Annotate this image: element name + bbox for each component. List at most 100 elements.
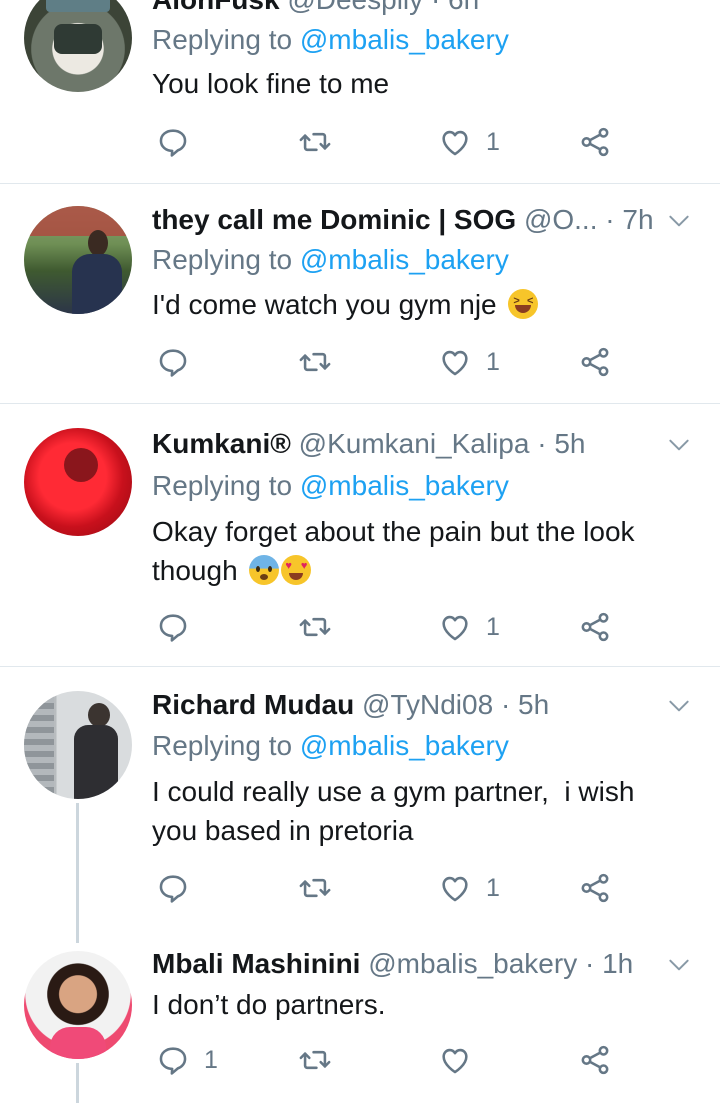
tweet-1[interactable]: AlonFusk @Deesplly · 6h Replying to @mba… xyxy=(0,0,720,183)
replying-label: Replying to xyxy=(152,470,293,501)
mention-link[interactable]: @mbalis_bakery xyxy=(300,730,509,761)
tweet-header: Mbali Mashinini @mbalis_bakery · 1h xyxy=(152,946,690,982)
thread-line xyxy=(76,803,79,943)
reply-button[interactable] xyxy=(156,868,204,908)
avatar[interactable] xyxy=(24,206,132,314)
timestamp[interactable]: 1h xyxy=(602,948,633,979)
retweet-button[interactable] xyxy=(298,607,332,647)
retweet-button[interactable] xyxy=(298,868,332,908)
replying-label: Replying to xyxy=(152,244,293,275)
author-handle[interactable]: @TyNdi08 xyxy=(362,689,493,720)
tweet-text-line: Okay forget about the pain but the look xyxy=(152,516,635,547)
avatar[interactable] xyxy=(24,0,132,92)
like-count: 1 xyxy=(486,873,500,902)
mention-link[interactable]: @mbalis_bakery xyxy=(300,244,509,275)
separator-dot: · xyxy=(605,204,615,235)
tweet-text: I'd come watch you gym nje xyxy=(152,289,497,320)
retweet-icon xyxy=(298,610,332,644)
reply-button[interactable] xyxy=(156,122,204,162)
tweet-text-line: though xyxy=(152,555,238,586)
share-button[interactable] xyxy=(578,607,612,647)
tweet-text: You look fine to me xyxy=(152,68,390,99)
like-count: 1 xyxy=(486,347,500,376)
tweet-actions: 1 xyxy=(152,342,632,382)
reply-icon xyxy=(156,871,190,905)
author-name[interactable]: Mbali Mashinini xyxy=(152,948,360,979)
reply-icon xyxy=(156,1043,190,1077)
avatar[interactable] xyxy=(24,691,132,799)
like-button[interactable] xyxy=(438,1040,486,1080)
author-name[interactable]: they call me Dominic | SOG xyxy=(152,204,516,235)
separator-dot: · xyxy=(584,948,595,979)
reply-button[interactable]: 1 xyxy=(156,1040,218,1080)
mention-link[interactable]: @mbalis_bakery xyxy=(300,470,509,501)
share-button[interactable] xyxy=(578,342,612,382)
tweet-actions: 1 xyxy=(152,607,632,647)
tweet-text-block: Okay forget about the pain but the look … xyxy=(152,512,680,590)
tweet-header: AlonFusk @Deesplly · 6h xyxy=(152,0,690,18)
share-button[interactable] xyxy=(578,1040,612,1080)
like-button[interactable]: 1 xyxy=(438,868,500,908)
author-handle[interactable]: @mbalis_bakery xyxy=(368,948,577,979)
tweet-text-block: I could really use a gym partner, i wish… xyxy=(152,772,680,850)
chevron-down-icon[interactable] xyxy=(666,208,692,234)
share-icon xyxy=(578,345,612,379)
mention-link[interactable]: @mbalis_bakery xyxy=(300,24,509,55)
chevron-down-icon[interactable] xyxy=(666,693,692,719)
like-button[interactable]: 1 xyxy=(438,122,500,162)
separator-dot: · xyxy=(431,0,440,15)
timestamp[interactable]: 6h xyxy=(448,0,479,15)
tweet-header: Richard Mudau @TyNdi08 · 5h xyxy=(152,687,690,723)
anxious-face-emoji-icon xyxy=(249,555,280,585)
timestamp[interactable]: 7h xyxy=(622,204,653,235)
chevron-down-icon[interactable] xyxy=(666,952,692,978)
like-count: 1 xyxy=(486,127,500,156)
retweet-button[interactable] xyxy=(298,1040,332,1080)
reply-button[interactable] xyxy=(156,607,204,647)
share-button[interactable] xyxy=(578,868,612,908)
like-icon xyxy=(438,1043,472,1077)
reply-button[interactable] xyxy=(156,342,204,382)
tweet-header: Kumkani® @Kumkani_Kalipa · 5h xyxy=(152,426,690,462)
author-name[interactable]: Kumkani® xyxy=(152,428,291,459)
retweet-icon xyxy=(298,125,332,159)
reply-icon xyxy=(156,610,190,644)
tweet-actions: 1 xyxy=(152,122,632,162)
timestamp[interactable]: 5h xyxy=(554,428,585,459)
replying-label: Replying to xyxy=(152,730,293,761)
heart-eyes-emoji-icon: ♥ ♥ xyxy=(281,555,312,585)
tweet-4[interactable]: Richard Mudau @TyNdi08 · 5h Replying to … xyxy=(0,667,720,943)
share-button[interactable] xyxy=(578,122,612,162)
share-icon xyxy=(578,610,612,644)
separator-dot: · xyxy=(500,689,511,720)
retweet-icon xyxy=(298,345,332,379)
tweet-text-line: I could really use a gym partner, i wish xyxy=(152,776,635,807)
avatar[interactable] xyxy=(24,428,132,536)
like-count: 1 xyxy=(486,612,500,641)
tweet-2[interactable]: they call me Dominic | SOG @O... · 7h Re… xyxy=(0,184,720,403)
thread-line xyxy=(76,1063,79,1103)
like-button[interactable]: 1 xyxy=(438,342,500,382)
like-icon xyxy=(438,871,472,905)
replying-label: Replying to xyxy=(152,24,293,55)
timestamp[interactable]: 5h xyxy=(518,689,549,720)
author-handle[interactable]: @Deesplly xyxy=(287,0,423,15)
share-icon xyxy=(578,1043,612,1077)
tweet-actions: 1 xyxy=(152,1040,632,1080)
like-button[interactable]: 1 xyxy=(438,607,500,647)
author-handle[interactable]: @O... xyxy=(524,204,598,235)
like-icon xyxy=(438,345,472,379)
retweet-icon xyxy=(298,871,332,905)
author-name[interactable]: Richard Mudau xyxy=(152,689,354,720)
author-handle[interactable]: @Kumkani_Kalipa xyxy=(299,428,530,459)
tweet-text-line-2: though ♥ ♥ xyxy=(152,551,680,590)
grinning-squinting-emoji-icon: > < xyxy=(508,289,539,319)
chevron-down-icon[interactable] xyxy=(666,432,692,458)
tweet-5[interactable]: Mbali Mashinini @mbalis_bakery · 1h I do… xyxy=(0,937,720,1103)
retweet-button[interactable] xyxy=(298,342,332,382)
retweet-button[interactable] xyxy=(298,122,332,162)
author-name[interactable]: AlonFusk xyxy=(152,0,280,15)
tweet-actions: 1 xyxy=(152,868,632,908)
tweet-3[interactable]: Kumkani® @Kumkani_Kalipa · 5h Replying t… xyxy=(0,404,720,666)
avatar[interactable] xyxy=(24,951,132,1059)
